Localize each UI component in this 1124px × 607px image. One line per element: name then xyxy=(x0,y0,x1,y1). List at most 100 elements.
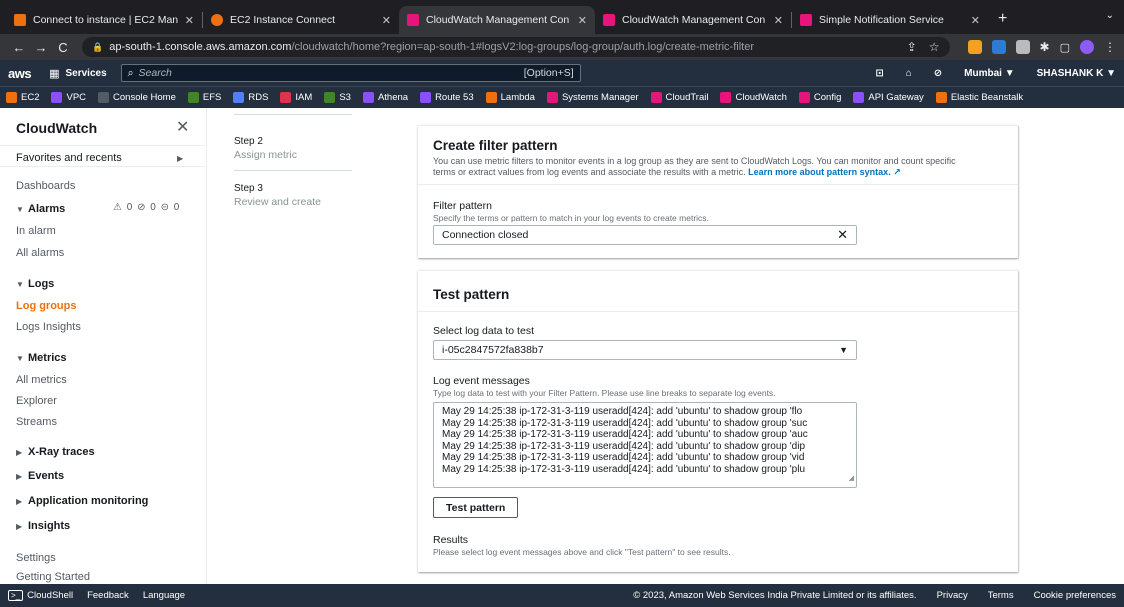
close-icon[interactable]: ✕ xyxy=(774,14,783,27)
address-bar: ← → C 🔒 ap-south-1.console.aws.amazon.co… xyxy=(0,34,1124,60)
filter-pattern-input[interactable]: Connection closed ✕ xyxy=(433,225,857,245)
close-icon[interactable]: ✕ xyxy=(578,14,587,27)
tab-search-icon[interactable]: ⌄ xyxy=(1106,10,1114,21)
sidebar-section-xray[interactable]: ▶ X-Ray traces xyxy=(16,446,95,458)
sidebar-item-all-alarms[interactable]: All alarms xyxy=(16,247,64,259)
terms-link[interactable]: Terms xyxy=(988,590,1014,601)
favorite-link[interactable]: S3 xyxy=(324,92,351,103)
efs-icon xyxy=(187,92,199,103)
vpc-icon xyxy=(51,92,63,103)
browser-tab[interactable]: EC2 Instance Connect ✕ xyxy=(203,6,399,34)
caret-down-icon: ▼ xyxy=(16,354,24,363)
sidebar-section-metrics[interactable]: ▼ Metrics xyxy=(16,352,67,364)
sidebar-item-settings[interactable]: Settings xyxy=(16,552,56,564)
help-icon[interactable]: ⊘ xyxy=(934,68,942,79)
extension-icon[interactable] xyxy=(991,40,1006,54)
tab-label: Simple Notification Service xyxy=(819,14,944,26)
favorite-link[interactable]: CloudTrail xyxy=(650,92,708,103)
search-input[interactable]: ⌕ Search [Option+S] xyxy=(120,64,581,82)
sidebar: CloudWatch ✕ Favorites and recents ▶ Das… xyxy=(0,108,207,584)
sidebar-section-insights[interactable]: ▶ Insights xyxy=(16,520,70,532)
new-tab-button[interactable]: + xyxy=(988,10,1017,34)
log-event-messages-textarea[interactable]: May 29 14:25:38 ip-172-31-3-119 useradd[… xyxy=(433,402,857,488)
sidebar-section-events[interactable]: ▶ Events xyxy=(16,470,64,482)
cookie-preferences-link[interactable]: Cookie preferences xyxy=(1034,590,1116,601)
sidebar-item-explorer[interactable]: Explorer xyxy=(16,395,57,407)
favorite-link[interactable]: Console Home xyxy=(98,92,176,103)
cloudshell-icon[interactable]: ⊡ xyxy=(875,68,883,79)
step-2-title[interactable]: Assign metric xyxy=(234,149,297,161)
puzzle-icon[interactable]: ✱ xyxy=(1040,40,1050,54)
url-input[interactable]: 🔒 ap-south-1.console.aws.amazon.com /clo… xyxy=(82,37,950,57)
systems-manager-icon xyxy=(546,92,558,103)
profile-avatar[interactable] xyxy=(1080,40,1094,54)
learn-more-link[interactable]: Learn more about pattern syntax. xyxy=(748,167,891,177)
favorite-link[interactable]: Lambda xyxy=(485,92,535,103)
favorite-link[interactable]: VPC xyxy=(51,92,86,103)
caret-down-icon: ▼ xyxy=(839,345,848,355)
sidebar-item-log-groups[interactable]: Log groups xyxy=(16,300,77,312)
cloudshell-link[interactable]: >_ CloudShell xyxy=(8,590,73,601)
favorite-link[interactable]: Route 53 xyxy=(420,92,474,103)
resize-handle-icon[interactable]: ◢ xyxy=(849,473,854,485)
extension-icon[interactable] xyxy=(967,40,982,54)
favorite-link[interactable]: API Gateway xyxy=(853,92,924,103)
privacy-link[interactable]: Privacy xyxy=(937,590,968,601)
language-link[interactable]: Language xyxy=(143,590,185,601)
favorite-link[interactable]: Systems Manager xyxy=(546,92,639,103)
account-menu[interactable]: SHASHANK K ▼ xyxy=(1037,68,1116,79)
favorite-link[interactable]: EC2 xyxy=(6,92,39,103)
favorite-link[interactable]: IAM xyxy=(280,92,312,103)
favorite-link[interactable]: EFS xyxy=(187,92,221,103)
sidebar-section-alarms[interactable]: ▼ Alarms xyxy=(16,203,65,215)
sidebar-item-all-metrics[interactable]: All metrics xyxy=(16,374,67,386)
filter-pattern-value: Connection closed xyxy=(442,229,529,241)
step-3-title[interactable]: Review and create xyxy=(234,196,321,208)
aws-logo[interactable]: aws xyxy=(8,66,32,81)
browser-tab[interactable]: CloudWatch Management Con ✕ xyxy=(595,6,791,34)
favorite-link[interactable]: Config xyxy=(798,92,841,103)
favorite-link[interactable]: Athena xyxy=(362,92,408,103)
browser-tab[interactable]: Simple Notification Service ✕ xyxy=(792,6,988,34)
cloudwatch-icon xyxy=(720,92,732,103)
sidebar-item-favorites[interactable]: Favorites and recents xyxy=(16,152,122,164)
reload-icon[interactable]: C xyxy=(52,40,74,55)
region-selector[interactable]: Mumbai ▼ xyxy=(964,68,1014,79)
forward-icon[interactable]: → xyxy=(30,40,52,55)
share-icon[interactable]: ⇪ xyxy=(907,40,917,54)
beanstalk-icon xyxy=(935,92,947,103)
favorite-link[interactable]: RDS xyxy=(233,92,268,103)
sidebar-item-streams[interactable]: Streams xyxy=(16,416,57,428)
test-pattern-button[interactable]: Test pattern xyxy=(433,497,519,518)
log-data-select[interactable]: i-05c2847572fa838b7 ▼ xyxy=(433,340,857,360)
close-icon[interactable]: ✕ xyxy=(382,14,391,27)
log-line: May 29 14:25:38 ip-172-31-3-119 useradd[… xyxy=(442,406,803,417)
browser-tab[interactable]: Connect to instance | EC2 Man ✕ xyxy=(6,6,202,34)
extension-icon[interactable] xyxy=(1015,40,1030,54)
favorite-link[interactable]: Elastic Beanstalk xyxy=(935,92,1023,103)
sidebar-item-in-alarm[interactable]: In alarm xyxy=(16,225,56,237)
close-icon[interactable]: ✕ xyxy=(176,117,189,137)
sidebar-item-getting-started[interactable]: Getting Started xyxy=(16,571,90,583)
step-divider xyxy=(234,170,352,171)
sidebar-section-logs[interactable]: ▼ Logs xyxy=(16,278,54,290)
bookmark-star-icon[interactable]: ☆ xyxy=(929,40,940,54)
sidepanel-icon[interactable]: ▢ xyxy=(1060,41,1070,54)
sidebar-section-app-monitoring[interactable]: ▶ Application monitoring xyxy=(16,495,148,507)
sidebar-item-logs-insights[interactable]: Logs Insights xyxy=(16,321,81,333)
sidebar-item-dashboards[interactable]: Dashboards xyxy=(16,180,75,192)
console-footer: >_ CloudShell Feedback Language © 2023, A… xyxy=(0,584,1124,607)
url-host: ap-south-1.console.aws.amazon.com xyxy=(109,41,292,53)
browser-tab-active[interactable]: CloudWatch Management Con ✕ xyxy=(399,6,595,34)
favorite-link[interactable]: CloudWatch xyxy=(720,92,787,103)
grid-icon: ▦ xyxy=(49,67,60,80)
bell-icon[interactable]: ⌂ xyxy=(906,68,912,79)
close-icon[interactable]: ✕ xyxy=(971,14,980,27)
services-menu[interactable]: ▦ Services xyxy=(49,67,107,80)
kebab-menu-icon[interactable]: ⋮ xyxy=(1104,40,1116,54)
feedback-link[interactable]: Feedback xyxy=(87,590,129,601)
rds-icon xyxy=(233,92,245,103)
back-icon[interactable]: ← xyxy=(8,40,30,55)
clear-icon[interactable]: ✕ xyxy=(837,227,848,243)
close-icon[interactable]: ✕ xyxy=(185,14,194,27)
